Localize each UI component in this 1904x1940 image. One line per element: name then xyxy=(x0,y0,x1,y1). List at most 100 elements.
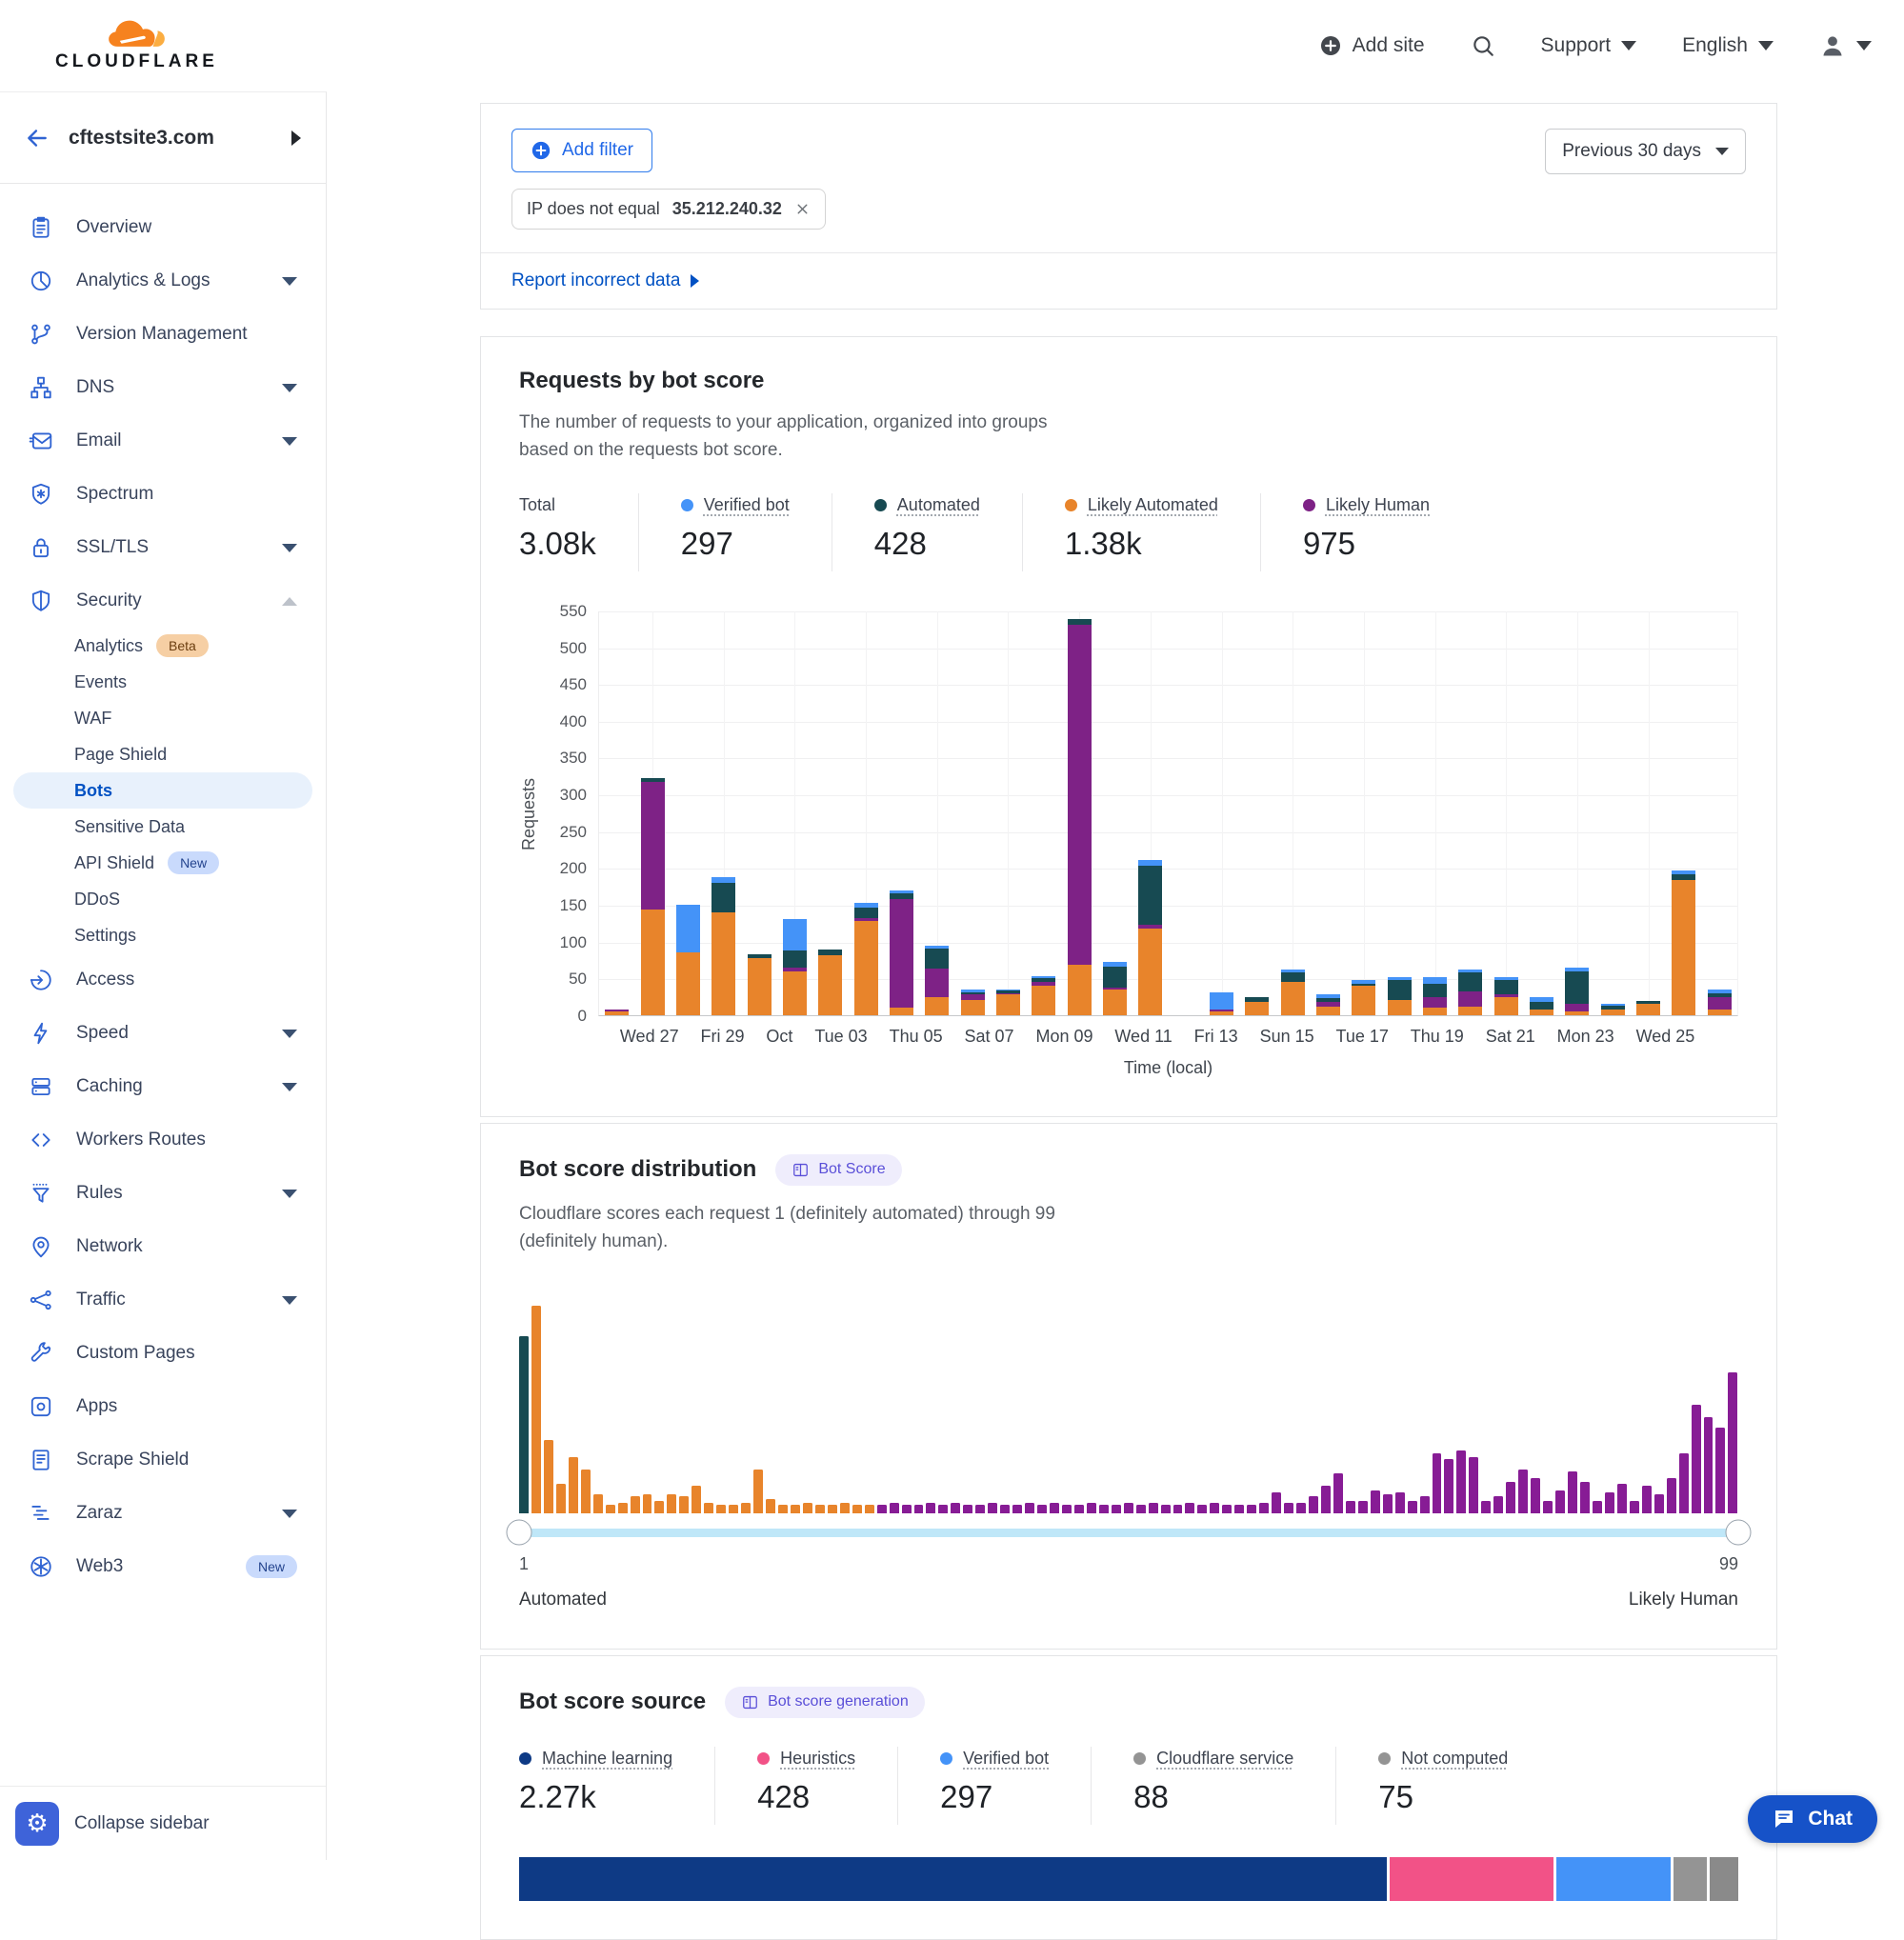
sidebar-subitem-events[interactable]: Events xyxy=(13,664,312,700)
histogram-bar-score-67[interactable] xyxy=(1333,1473,1343,1512)
filter-chip[interactable]: IP does not equal 35.212.240.32 xyxy=(511,189,826,230)
histogram-bar-score-28[interactable] xyxy=(852,1505,862,1513)
histogram-bar-score-1[interactable] xyxy=(519,1336,529,1512)
stacked-bar[interactable] xyxy=(711,877,735,1015)
histogram-bar-score-81[interactable] xyxy=(1506,1482,1515,1513)
collapse-sidebar-button[interactable]: Collapse sidebar xyxy=(74,1813,210,1834)
stacked-bar[interactable] xyxy=(1138,860,1162,1015)
stacked-bar[interactable] xyxy=(1636,1001,1660,1015)
stacked-bar[interactable] xyxy=(1708,990,1732,1015)
histogram-bar-score-14[interactable] xyxy=(679,1496,689,1512)
histogram-bar-score-53[interactable] xyxy=(1161,1505,1171,1513)
stacked-bar[interactable] xyxy=(1316,994,1340,1015)
histogram-bar-score-60[interactable] xyxy=(1247,1505,1256,1513)
histogram-bar-score-20[interactable] xyxy=(753,1470,763,1513)
stacked-bar[interactable] xyxy=(1388,977,1412,1015)
histogram-bar-score-94[interactable] xyxy=(1667,1478,1676,1513)
stacked-bar[interactable] xyxy=(818,950,842,1015)
histogram-bar-score-51[interactable] xyxy=(1136,1505,1146,1513)
sidebar-item-network[interactable]: Network xyxy=(0,1220,326,1273)
sidebar-subitem-sensitive-data[interactable]: Sensitive Data xyxy=(13,809,312,845)
histogram-bar-score-61[interactable] xyxy=(1259,1503,1269,1513)
histogram-bar-score-78[interactable] xyxy=(1469,1457,1478,1513)
stacked-bar[interactable] xyxy=(1423,977,1447,1015)
stacked-bar[interactable] xyxy=(1458,970,1482,1015)
cloudflare-logo[interactable]: CLOUDFLARE xyxy=(55,19,218,72)
histogram-bar-score-37[interactable] xyxy=(963,1505,972,1513)
histogram-bar-score-33[interactable] xyxy=(914,1505,924,1513)
histogram-bar-score-49[interactable] xyxy=(1112,1505,1121,1513)
sidebar-subitem-page-shield[interactable]: Page Shield xyxy=(13,736,312,772)
sidebar-item-traffic[interactable]: Traffic xyxy=(0,1273,326,1327)
histogram-bar-score-66[interactable] xyxy=(1321,1486,1331,1512)
sidebar-subitem-settings[interactable]: Settings xyxy=(13,917,312,953)
stacked-bar[interactable] xyxy=(1494,977,1518,1015)
stacked-bar[interactable] xyxy=(1032,976,1055,1015)
chat-button[interactable]: Chat xyxy=(1748,1795,1877,1843)
slider-handle-max[interactable] xyxy=(1726,1520,1752,1546)
histogram-bar-score-43[interactable] xyxy=(1037,1505,1047,1513)
bot-score-generation-badge[interactable]: Bot score generation xyxy=(725,1687,925,1718)
histogram-bar-score-42[interactable] xyxy=(1025,1503,1034,1513)
histogram-bar-score-87[interactable] xyxy=(1580,1482,1590,1513)
sidebar-item-speed[interactable]: Speed xyxy=(0,1007,326,1060)
stacked-bar[interactable] xyxy=(854,903,878,1014)
sidebar-subitem-bots[interactable]: Bots xyxy=(13,772,312,809)
histogram-bar-score-86[interactable] xyxy=(1568,1471,1577,1513)
sidebar-item-apps[interactable]: Apps xyxy=(0,1380,326,1433)
histogram-bar-score-47[interactable] xyxy=(1087,1503,1096,1513)
histogram-bar-score-56[interactable] xyxy=(1197,1505,1207,1513)
histogram-bar-score-93[interactable] xyxy=(1654,1494,1664,1513)
stacked-bar[interactable] xyxy=(1352,980,1375,1015)
histogram-bar-score-79[interactable] xyxy=(1481,1501,1491,1513)
histogram-bar-score-46[interactable] xyxy=(1074,1505,1084,1513)
stacked-bar[interactable] xyxy=(1210,992,1233,1015)
histogram-bar-score-76[interactable] xyxy=(1444,1459,1453,1513)
search-icon[interactable] xyxy=(1471,33,1495,58)
sidebar-item-web3[interactable]: Web3New xyxy=(0,1540,326,1593)
histogram-bar-score-39[interactable] xyxy=(988,1503,997,1513)
histogram-bar-score-90[interactable] xyxy=(1617,1484,1627,1513)
histogram-bar-score-13[interactable] xyxy=(667,1494,676,1513)
histogram-bar-score-97[interactable] xyxy=(1704,1417,1714,1512)
histogram-bar-score-10[interactable] xyxy=(631,1496,640,1512)
sidebar-item-rules[interactable]: Rules xyxy=(0,1167,326,1220)
stacked-bar[interactable] xyxy=(961,990,985,1015)
histogram-bar-score-21[interactable] xyxy=(766,1499,775,1513)
histogram-bar-score-38[interactable] xyxy=(975,1505,985,1513)
histogram-bar-score-62[interactable] xyxy=(1272,1492,1281,1513)
sidebar-item-spectrum[interactable]: Spectrum xyxy=(0,468,326,521)
histogram-bar-score-68[interactable] xyxy=(1346,1501,1355,1513)
sidebar-item-zaraz[interactable]: Zaraz xyxy=(0,1487,326,1540)
sidebar-item-custom-pages[interactable]: Custom Pages xyxy=(0,1327,326,1380)
histogram-bar-score-29[interactable] xyxy=(865,1505,874,1513)
histogram-bar-score-12[interactable] xyxy=(654,1501,664,1513)
histogram-bar-score-58[interactable] xyxy=(1222,1505,1232,1513)
histogram-bar-score-70[interactable] xyxy=(1371,1490,1380,1513)
time-range-select[interactable]: Previous 30 days xyxy=(1545,129,1746,174)
sidebar-subitem-waf[interactable]: WAF xyxy=(13,700,312,736)
stacked-bar[interactable] xyxy=(748,954,772,1015)
histogram-bar-score-36[interactable] xyxy=(951,1503,960,1513)
histogram-bar-score-31[interactable] xyxy=(890,1503,899,1513)
histogram-bar-score-48[interactable] xyxy=(1099,1505,1109,1513)
sidebar-item-ssl-tls[interactable]: SSL/TLS xyxy=(0,521,326,574)
histogram-bar-score-16[interactable] xyxy=(704,1503,713,1513)
histogram-bar-score-72[interactable] xyxy=(1395,1492,1405,1513)
histogram-bar-score-8[interactable] xyxy=(606,1505,615,1513)
add-filter-button[interactable]: Add filter xyxy=(511,129,652,172)
histogram-bar-score-63[interactable] xyxy=(1284,1503,1293,1513)
stacked-bar[interactable] xyxy=(1103,962,1127,1015)
histogram-bar-score-17[interactable] xyxy=(716,1505,726,1513)
stacked-bar[interactable] xyxy=(996,990,1020,1015)
histogram-bar-score-74[interactable] xyxy=(1420,1496,1430,1512)
histogram-bar-score-40[interactable] xyxy=(1000,1505,1010,1513)
histogram-bar-score-99[interactable] xyxy=(1728,1372,1737,1513)
score-range-slider[interactable] xyxy=(519,1529,1738,1537)
histogram-bar-score-7[interactable] xyxy=(593,1494,603,1513)
sidebar-item-dns[interactable]: DNS xyxy=(0,361,326,414)
sidebar-item-caching[interactable]: Caching xyxy=(0,1060,326,1113)
histogram-bar-score-80[interactable] xyxy=(1493,1496,1503,1512)
histogram-bar-score-57[interactable] xyxy=(1210,1503,1219,1513)
histogram-bar-score-22[interactable] xyxy=(778,1505,788,1513)
